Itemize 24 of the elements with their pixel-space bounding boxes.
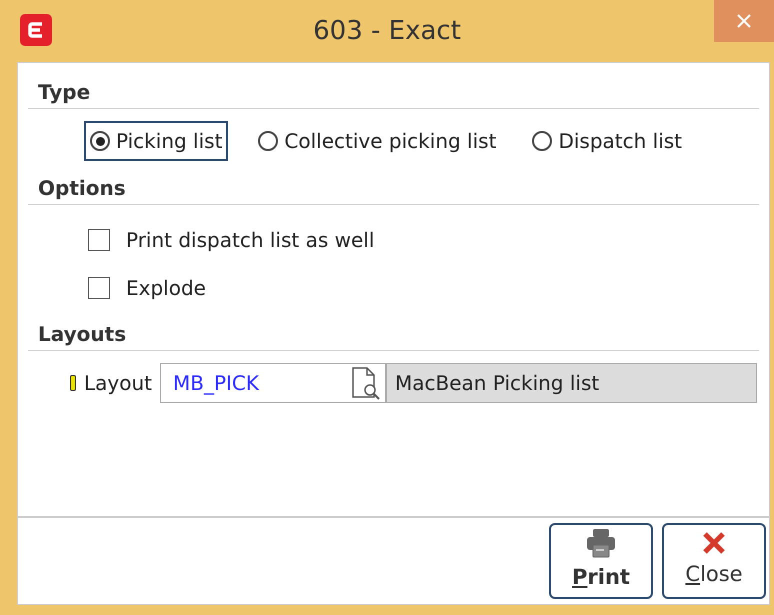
radio-option[interactable]: Dispatch list	[526, 121, 688, 161]
field-label: Layout	[84, 370, 152, 397]
printer-icon	[585, 528, 617, 558]
close-icon	[737, 14, 751, 28]
radio-icon	[258, 131, 278, 151]
print-button[interactable]: Print	[549, 523, 653, 599]
checkbox-label: Explode	[126, 275, 206, 302]
app-logo-icon	[20, 14, 52, 46]
section-heading: Type	[38, 80, 90, 104]
section-heading: Layouts	[38, 322, 126, 346]
checkbox-label: Print dispatch list as well	[126, 227, 374, 254]
radio-option[interactable]: Collective picking list	[252, 121, 502, 161]
window-title: 603 - Exact	[313, 15, 461, 48]
layout-description-field: MacBean Picking list	[386, 363, 757, 403]
checkbox[interactable]	[88, 277, 110, 299]
layout-code-field[interactable]: MB_PICK	[160, 363, 386, 403]
close-icon	[702, 531, 726, 556]
radio-option[interactable]: Picking list	[84, 121, 228, 161]
section-heading: Options	[38, 176, 126, 200]
radio-icon	[90, 131, 110, 151]
checkbox[interactable]	[88, 229, 110, 251]
close-dialog-button[interactable]: Close	[662, 523, 766, 599]
lookup-icon[interactable]	[350, 366, 382, 400]
radio-icon	[532, 131, 552, 151]
